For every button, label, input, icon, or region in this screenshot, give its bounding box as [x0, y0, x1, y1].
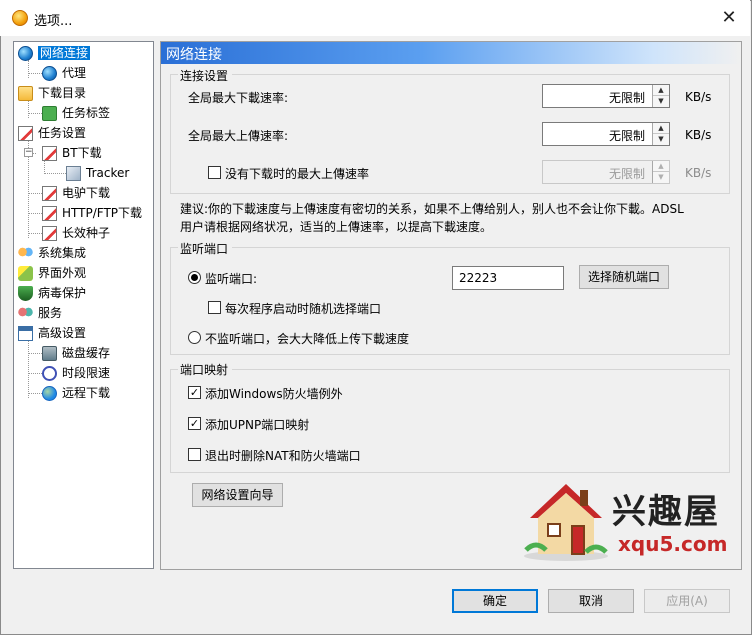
firewall-checkbox[interactable]: ✓ — [188, 386, 201, 399]
network-wizard-button[interactable]: 网络设置向导 — [192, 483, 283, 507]
tree-item-emule[interactable]: 电驴下载 — [42, 184, 110, 202]
tree-item-antivirus[interactable]: 病毒保护 — [18, 284, 86, 302]
tree-item-service[interactable]: 服务 — [18, 304, 62, 322]
watermark-brand: 兴趣屋 — [612, 492, 720, 532]
people-icon — [18, 246, 33, 261]
collapse-toggle-bt[interactable]: − — [24, 148, 33, 157]
folder-icon — [18, 86, 33, 101]
brush-icon — [18, 266, 33, 281]
max-download-label: 全局最大下載速率: — [188, 91, 289, 105]
idle-upload-checkbox[interactable] — [208, 166, 221, 179]
cleanup-checkbox[interactable] — [188, 448, 201, 461]
tree-item-system[interactable]: 系统集成 — [18, 244, 86, 262]
port-input[interactable]: 22223 — [452, 266, 564, 290]
max-upload-value: 无限制 — [608, 129, 645, 143]
tree-item-task-settings[interactable]: 任务设置 — [18, 124, 86, 142]
spin-up-icon[interactable]: ▲ — [653, 85, 669, 96]
upnp-label: 添加UPNP端口映射 — [205, 418, 310, 432]
tree-item-tracker[interactable]: Tracker — [66, 164, 129, 182]
spin-up-icon[interactable]: ▲ — [653, 123, 669, 134]
tree-item-disk-cache[interactable]: 磁盘缓存 — [42, 344, 110, 362]
random-each-start-label: 每次程序启动时随机选择端口 — [225, 302, 382, 316]
apply-button[interactable]: 应用(A) — [644, 589, 730, 613]
max-upload-spinner[interactable]: 无限制 ▲ ▼ — [542, 122, 670, 146]
close-button[interactable]: ✕ — [712, 4, 746, 32]
task-icon — [42, 226, 57, 241]
tree-item-task-tag[interactable]: 任务标签 — [42, 104, 110, 122]
panel-header: 网络连接 — [161, 42, 741, 64]
speed-advice-text: 建议:你的下載速度与上傳速度有密切的关系，如果不上傳给别人，别人也不会让你下載。… — [180, 202, 684, 234]
tree-item-proxy[interactable]: 代理 — [42, 64, 86, 82]
globe-icon — [42, 66, 57, 81]
tree-item-long-seed[interactable]: 长效种子 — [42, 224, 110, 242]
download-unit-label: KB/s — [685, 90, 712, 104]
no-listen-label: 不监听端口，会大大降低上传下載速度 — [205, 332, 410, 346]
upload-unit-label: KB/s — [685, 128, 712, 142]
spin-down-icon[interactable]: ▼ — [653, 96, 669, 107]
tree-item-download-dir[interactable]: 下载目录 — [18, 84, 86, 102]
listen-port-radio[interactable] — [188, 271, 201, 284]
globe-icon — [18, 46, 33, 61]
max-download-value: 无限制 — [608, 91, 645, 105]
task-icon — [18, 126, 33, 141]
tree-item-appearance[interactable]: 界面外观 — [18, 264, 86, 282]
task-icon — [42, 206, 57, 221]
upnp-checkbox[interactable]: ✓ — [188, 417, 201, 430]
listen-port-label: 监听端口: — [205, 272, 258, 286]
house-logo-icon — [524, 484, 608, 561]
task-icon — [42, 146, 57, 161]
settings-tree[interactable]: − 网络连接 代理 下载目录 任务标签 任务设置 BT下载 Tracker 电驴… — [13, 41, 154, 569]
watermark-url: xqu5.com — [618, 532, 728, 556]
spin-down-icon[interactable]: ▼ — [653, 134, 669, 145]
tree-item-schedule[interactable]: 时段限速 — [42, 364, 110, 382]
settings-window-icon — [18, 326, 33, 341]
random-port-button[interactable]: 选择随机端口 — [579, 265, 669, 289]
ok-button[interactable]: 确定 — [452, 589, 538, 613]
firewall-label: 添加Windows防火墙例外 — [205, 387, 343, 401]
idle-upload-label: 没有下载时的最大上傳速率 — [225, 167, 370, 181]
panel-title: 网络连接 — [166, 47, 222, 63]
shield-icon — [18, 286, 33, 301]
task-icon — [42, 186, 57, 201]
window-title: 选项... — [34, 14, 73, 29]
clock-icon — [42, 366, 57, 381]
no-listen-radio[interactable] — [188, 331, 201, 344]
cleanup-label: 退出时删除NAT和防火墙端口 — [205, 449, 361, 463]
title-bar[interactable]: 选项... ✕ — [0, 0, 750, 36]
cancel-button[interactable]: 取消 — [548, 589, 634, 613]
tree-item-http-ftp[interactable]: HTTP/FTP下载 — [42, 204, 142, 222]
service-icon — [18, 306, 33, 321]
spin-down-icon[interactable]: ▼ — [653, 172, 669, 183]
app-icon — [12, 10, 28, 26]
tag-icon — [42, 106, 57, 121]
remote-globe-icon — [42, 386, 57, 401]
cube-icon — [66, 166, 81, 181]
idle-upload-value: 无限制 — [608, 167, 645, 181]
tree-item-advanced[interactable]: 高级设置 — [18, 324, 86, 342]
max-upload-label: 全局最大上傳速率: — [188, 129, 289, 143]
disk-icon — [42, 346, 57, 361]
idle-upload-unit-label: KB/s — [685, 166, 712, 180]
max-download-spinner[interactable]: 无限制 ▲ ▼ — [542, 84, 670, 108]
idle-upload-spinner[interactable]: 无限制 ▲ ▼ — [542, 160, 670, 184]
spin-up-icon[interactable]: ▲ — [653, 161, 669, 172]
tree-item-remote[interactable]: 远程下载 — [42, 384, 110, 402]
random-each-start-checkbox[interactable] — [208, 301, 221, 314]
tree-item-network[interactable]: 网络连接 — [18, 44, 91, 62]
tree-item-bt[interactable]: BT下载 — [42, 144, 102, 162]
